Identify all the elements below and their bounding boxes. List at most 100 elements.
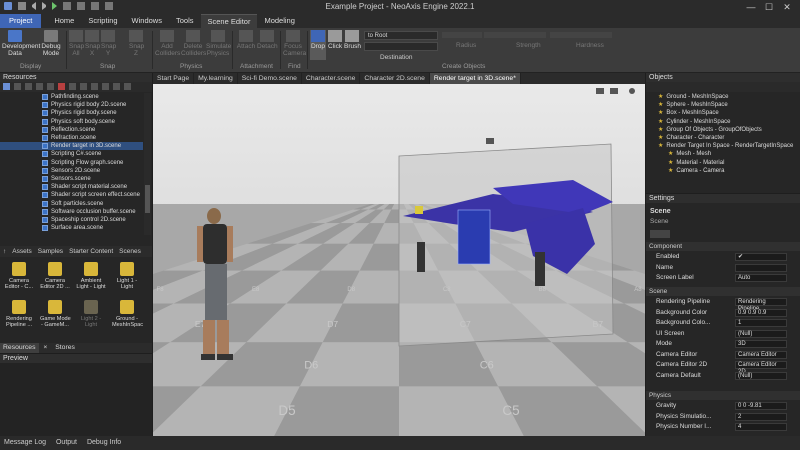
object-item[interactable]: ★ Character - Character: [646, 134, 800, 142]
resource-item[interactable]: Pathfinding.scene: [0, 93, 143, 101]
asset-item[interactable]: Ground - MeshInSpac: [112, 300, 143, 329]
tool-icon[interactable]: [14, 83, 21, 90]
object-item[interactable]: ★ Ground - MeshInSpace: [646, 93, 800, 101]
checkbox-icon[interactable]: [42, 175, 48, 182]
tool-icon[interactable]: [102, 83, 109, 90]
checkbox-icon[interactable]: [42, 184, 48, 191]
resource-item[interactable]: Reflection.scene: [0, 126, 143, 134]
scrollbar-thumb[interactable]: [145, 185, 150, 213]
doc-tab[interactable]: Character 2D.scene: [360, 73, 430, 84]
detach-button[interactable]: Detach: [257, 30, 278, 50]
property-value[interactable]: 1: [735, 319, 787, 327]
tool-icon[interactable]: [47, 83, 54, 90]
object-item[interactable]: ★ Box - MeshInSpace: [646, 109, 800, 117]
tool-icon[interactable]: [69, 83, 76, 90]
doc-tab[interactable]: My.learning: [194, 73, 238, 84]
resource-item[interactable]: Soft particles.scene: [0, 199, 143, 207]
tab-home[interactable]: Home: [47, 14, 81, 28]
property-value[interactable]: 4: [735, 423, 787, 431]
minimize-button[interactable]: —: [742, 0, 760, 14]
checkbox-icon[interactable]: [42, 94, 48, 101]
hardness-slider[interactable]: [550, 32, 612, 38]
snap-all-button[interactable]: Snap All: [69, 30, 84, 57]
asset-item[interactable]: Light 1 - Light: [112, 262, 142, 291]
property-value[interactable]: Camera Editor: [735, 350, 787, 359]
property-value[interactable]: ✔: [735, 253, 787, 261]
property-value[interactable]: Auto: [735, 274, 787, 282]
checkbox-icon[interactable]: [42, 216, 48, 223]
tab-assets[interactable]: Assets: [12, 248, 32, 255]
checkbox-icon[interactable]: [42, 110, 48, 117]
destination-dropdown[interactable]: to Root: [364, 31, 438, 40]
doc-tab[interactable]: Start Page: [153, 73, 195, 84]
property-value[interactable]: 2: [735, 412, 787, 421]
object-item[interactable]: ★ Material - Material: [646, 159, 800, 167]
checkbox-icon[interactable]: [42, 126, 48, 133]
tool-icon[interactable]: [113, 83, 120, 90]
tool-icon[interactable]: [36, 83, 43, 90]
resource-item[interactable]: Physics soft body.scene: [0, 118, 143, 126]
tab-stores[interactable]: Stores: [52, 343, 78, 353]
tool-icon[interactable]: [91, 83, 98, 90]
doc-tab[interactable]: Character.scene: [302, 73, 361, 84]
resource-item[interactable]: Shader script material.scene: [0, 183, 143, 191]
tab-windows[interactable]: Windows: [125, 14, 169, 28]
project-menu[interactable]: Project: [0, 14, 42, 28]
resource-item[interactable]: Physics rigid body.scene: [0, 109, 143, 117]
category-scene[interactable]: Scene: [646, 287, 800, 296]
resource-item[interactable]: Scripting C#.scene: [0, 150, 143, 158]
object-item[interactable]: ★ Mesh - Mesh: [646, 150, 800, 158]
object-item[interactable]: ★ Cylinder - MeshInSpace: [646, 118, 800, 126]
message-log-tab[interactable]: Message Log: [4, 439, 46, 446]
strength-slider[interactable]: [484, 32, 546, 38]
category-component[interactable]: Component: [646, 242, 800, 251]
delete-colliders-button[interactable]: Delete Colliders: [181, 30, 206, 57]
simulate-physics-button[interactable]: Simulate Physics: [206, 30, 231, 57]
checkbox-icon[interactable]: [42, 208, 48, 215]
add-colliders-button[interactable]: Add Colliders: [155, 30, 180, 57]
output-tab[interactable]: Output: [56, 439, 77, 446]
checkbox-icon[interactable]: [42, 151, 48, 158]
tab-samples[interactable]: Samples: [38, 248, 63, 255]
back-arrow-icon[interactable]: ↑: [3, 248, 6, 255]
object-item[interactable]: ★ Camera - Camera: [646, 167, 800, 175]
resource-item[interactable]: Scripting Flow graph.scene: [0, 159, 143, 167]
destination-field[interactable]: [364, 42, 438, 51]
snap-x-button[interactable]: Snap X: [85, 30, 100, 57]
resource-item[interactable]: Physics rigid body 2D.scene: [0, 101, 143, 109]
resource-item[interactable]: Render target in 3D.scene: [0, 142, 143, 151]
snap-z-button[interactable]: Snap Z: [129, 30, 144, 57]
asset-item[interactable]: Game Mode - GameM...: [40, 300, 71, 329]
category-physics[interactable]: Physics: [646, 391, 800, 400]
brush-mode-button[interactable]: Brush: [344, 30, 361, 50]
asset-item[interactable]: Camera Editor - C...: [4, 262, 34, 291]
checkbox-icon[interactable]: [42, 192, 48, 199]
tool-icon[interactable]: [80, 83, 87, 90]
checkbox-icon[interactable]: [42, 159, 48, 166]
click-mode-button[interactable]: Click: [328, 30, 342, 50]
scene-viewport[interactable]: F8E8D8C8B8A8F7E7D7C7B7A7F6E6D6C6B6A6F5E5…: [153, 84, 645, 436]
resource-item[interactable]: Sensors.scene: [0, 175, 143, 183]
tab-resources[interactable]: Resources: [0, 343, 39, 353]
asset-item[interactable]: Rendering Pipeline ...: [4, 300, 34, 329]
resource-item[interactable]: Spaceship control 2D.scene: [0, 216, 143, 224]
tab-starter-content[interactable]: Starter Content: [69, 248, 113, 255]
debug-mode-button[interactable]: Debug Mode: [40, 30, 62, 57]
resource-item[interactable]: Shader script screen effect.scene: [0, 191, 143, 199]
maximize-button[interactable]: ☐: [760, 0, 778, 14]
attach-button[interactable]: Attach: [236, 30, 256, 50]
doc-tab-active[interactable]: Render target in 3D.scene*: [429, 73, 521, 84]
object-item[interactable]: ★ Render Target In Space - RenderTargetIn…: [646, 142, 800, 150]
property-value[interactable]: [735, 263, 787, 272]
property-value[interactable]: 0.9 0.9 0.9: [735, 308, 787, 317]
close-icon[interactable]: ×: [40, 343, 50, 353]
property-value[interactable]: Rendering Pipeline: [735, 298, 787, 312]
drop-mode-button[interactable]: Drop: [310, 30, 326, 60]
checkbox-icon[interactable]: [42, 143, 48, 150]
debug-info-tab[interactable]: Debug Info: [87, 439, 121, 446]
settings-toolbar[interactable]: [650, 230, 670, 238]
property-value[interactable]: Camera Editor 2D: [735, 361, 787, 375]
asset-item[interactable]: Ambient Light - Light: [76, 262, 106, 291]
delete-icon[interactable]: [58, 83, 65, 90]
checkbox-icon[interactable]: [42, 118, 48, 125]
